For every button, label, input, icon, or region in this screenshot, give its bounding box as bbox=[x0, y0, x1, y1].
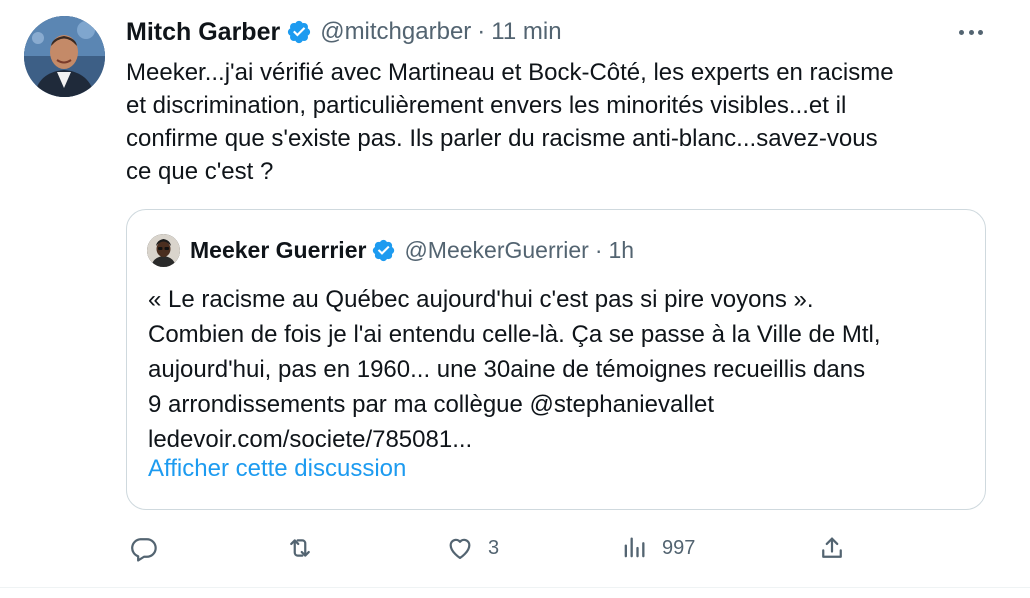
like-button[interactable]: 3 bbox=[446, 528, 499, 568]
more-dot bbox=[968, 29, 974, 35]
tweet[interactable]: Mitch Garber @mitchgarber · 11 min Meeke… bbox=[0, 0, 1030, 598]
separator: · bbox=[594, 237, 603, 263]
divider bbox=[0, 587, 1030, 588]
author-display-name[interactable]: Mitch Garber bbox=[126, 18, 280, 47]
retweet-icon bbox=[286, 534, 314, 562]
tweet-header: Mitch Garber @mitchgarber · 11 min bbox=[126, 16, 562, 48]
timestamp[interactable]: 11 min bbox=[491, 18, 561, 46]
quoted-author-avatar bbox=[147, 234, 180, 267]
views-icon bbox=[620, 534, 648, 562]
reply-button[interactable] bbox=[130, 528, 158, 568]
quoted-tweet[interactable]: Meeker Guerrier @MeekerGuerrier · 1h « L… bbox=[126, 209, 986, 510]
tweet-text: Meeker...j'ai vérifié avec Martineau et … bbox=[126, 59, 894, 185]
like-count: 3 bbox=[488, 536, 500, 559]
retweet-button[interactable] bbox=[286, 528, 314, 568]
profile-photo-icon bbox=[24, 16, 105, 97]
heart-icon bbox=[446, 534, 474, 562]
profile-photo-icon bbox=[147, 234, 180, 267]
views-button[interactable]: 997 bbox=[620, 528, 695, 568]
verified-badge-icon bbox=[371, 238, 396, 263]
show-thread-link[interactable]: Afficher cette discussion bbox=[148, 455, 406, 483]
views-count: 997 bbox=[662, 536, 696, 559]
share-button[interactable] bbox=[818, 528, 846, 568]
more-dot bbox=[978, 29, 983, 35]
quoted-tweet-header: Meeker Guerrier @MeekerGuerrier · 1h bbox=[147, 234, 634, 267]
quoted-author-display-name: Meeker Guerrier bbox=[190, 237, 367, 263]
quoted-timestamp: 1h bbox=[608, 237, 635, 263]
separator: · bbox=[477, 18, 486, 45]
tweet-actions: 3 997 bbox=[126, 528, 986, 568]
share-icon bbox=[818, 534, 846, 562]
author-handle[interactable]: @mitchgarber bbox=[320, 18, 471, 46]
quoted-author-handle: @MeekerGuerrier bbox=[404, 237, 589, 263]
author-avatar[interactable] bbox=[24, 16, 105, 97]
verified-badge-icon bbox=[286, 19, 312, 45]
quoted-tweet-text: « Le racisme au Québec aujourd'hui c'est… bbox=[148, 286, 881, 453]
more-options-icon[interactable] bbox=[956, 20, 986, 44]
reply-icon bbox=[130, 534, 158, 562]
more-dot bbox=[959, 29, 964, 35]
